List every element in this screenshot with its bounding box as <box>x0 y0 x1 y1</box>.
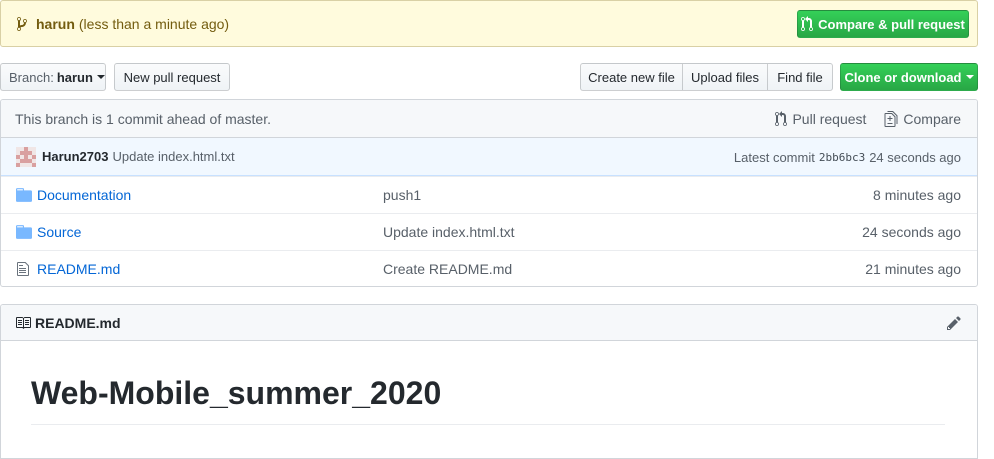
folder-icon <box>16 188 32 202</box>
diff-icon <box>884 111 903 127</box>
commit-age: 24 seconds ago <box>869 149 961 165</box>
git-branch-icon <box>16 16 30 32</box>
file-icon <box>17 261 33 276</box>
file-commit-message[interactable]: Update index.html.txt <box>383 224 515 240</box>
file-row: Source Update index.html.txt 24 seconds … <box>1 213 977 250</box>
new-pull-request-button[interactable]: New pull request <box>114 63 230 91</box>
file-name-link[interactable]: Source <box>37 224 81 240</box>
file-age: 8 minutes ago <box>873 187 961 203</box>
compare-link-label: Compare <box>903 111 961 127</box>
branch-select-button[interactable]: Branch: harun <box>0 63 106 91</box>
file-row: Documentation push1 8 minutes ago <box>1 176 977 213</box>
pull-request-link-label: Pull request <box>792 111 867 127</box>
compare-pull-request-button[interactable]: Compare & pull request <box>797 10 969 38</box>
file-age: 21 minutes ago <box>865 261 961 277</box>
file-navigation-box: This branch is 1 commit ahead of master.… <box>0 99 978 287</box>
readme-box: README.md Web-Mobile_summer_2020 <box>0 304 978 459</box>
latest-commit-bar: Harun2703 Update index.html.txt Latest c… <box>1 138 977 176</box>
caret-down-icon <box>965 75 974 79</box>
commit-author[interactable]: Harun2703 <box>42 149 108 164</box>
caret-down-icon <box>96 75 105 79</box>
file-row: README.md Create README.md 21 minutes ag… <box>1 250 977 286</box>
create-new-file-button[interactable]: Create new file <box>580 63 683 91</box>
commit-sha[interactable]: 2bb6bc3 <box>819 151 865 164</box>
pencil-icon[interactable] <box>947 315 961 334</box>
upload-files-button[interactable]: Upload files <box>682 63 768 91</box>
file-name-link[interactable]: README.md <box>37 261 120 277</box>
file-age: 24 seconds ago <box>862 224 961 240</box>
file-commit-message[interactable]: push1 <box>383 187 421 203</box>
pull-request-icon <box>775 111 792 127</box>
readme-header: README.md <box>1 305 977 341</box>
readme-title: README.md <box>35 314 121 331</box>
readme-heading: Web-Mobile_summer_2020 <box>31 375 945 425</box>
compare-pull-request-label: Compare & pull request <box>818 16 965 32</box>
clone-label: Clone or download <box>844 69 962 85</box>
branch-status-bar: This branch is 1 commit ahead of master.… <box>1 100 977 138</box>
book-icon <box>15 315 31 331</box>
find-file-button[interactable]: Find file <box>767 63 833 91</box>
pushed-branch-name[interactable]: harun <box>36 16 75 32</box>
push-time: (less than a minute ago) <box>78 15 230 32</box>
clone-download-button[interactable]: Clone or download <box>840 63 978 91</box>
recent-push-banner: harun (less than a minute ago) Compare &… <box>0 0 978 47</box>
branch-value: harun <box>56 69 93 85</box>
pull-request-link[interactable]: Pull request <box>775 111 866 127</box>
branch-status-text: This branch is 1 commit ahead of master. <box>15 110 271 127</box>
avatar[interactable] <box>16 146 36 167</box>
latest-commit-label: Latest commit <box>733 149 815 165</box>
branch-label: Branch: <box>9 69 54 85</box>
commit-message[interactable]: Update index.html.txt <box>112 149 234 164</box>
file-name-link[interactable]: Documentation <box>37 187 131 203</box>
compare-link[interactable]: Compare <box>884 111 961 127</box>
folder-icon <box>16 225 32 239</box>
file-commit-message[interactable]: Create README.md <box>383 261 512 277</box>
pull-request-icon <box>801 16 818 32</box>
